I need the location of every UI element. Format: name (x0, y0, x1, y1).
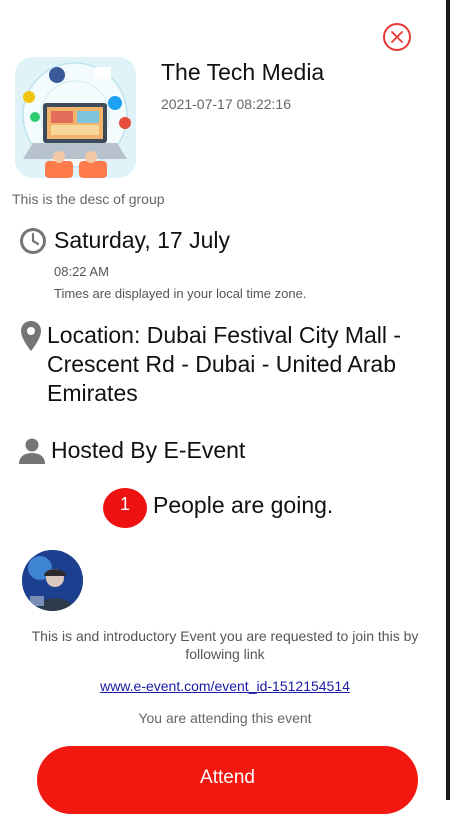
event-link[interactable]: www.e-event.com/event_id-1512154514 (0, 678, 450, 694)
group-description: This is the desc of group (12, 191, 165, 207)
event-time: 08:22 AM (54, 264, 109, 279)
person-icon (19, 438, 45, 464)
clock-icon (20, 228, 46, 254)
close-icon (391, 31, 403, 43)
group-timestamp: 2021-07-17 08:22:16 (161, 96, 291, 112)
group-image (15, 57, 136, 178)
attend-button[interactable]: Attend (37, 746, 418, 814)
going-count-badge: 1 (103, 488, 147, 528)
timezone-note: Times are displayed in your local time z… (54, 286, 307, 301)
close-button[interactable] (383, 23, 411, 51)
event-date: Saturday, 17 July (54, 227, 231, 253)
event-intro: This is and introductory Event you are r… (31, 628, 419, 662)
event-host: Hosted By E-Event (51, 437, 246, 463)
group-title: The Tech Media (161, 59, 325, 85)
attendee-avatar[interactable] (22, 550, 83, 611)
location-pin-icon (21, 321, 41, 351)
event-location: Location: Dubai Festival City Mall - Cre… (47, 322, 402, 406)
attending-status: You are attending this event (138, 710, 312, 726)
going-label: People are going. (153, 492, 334, 518)
